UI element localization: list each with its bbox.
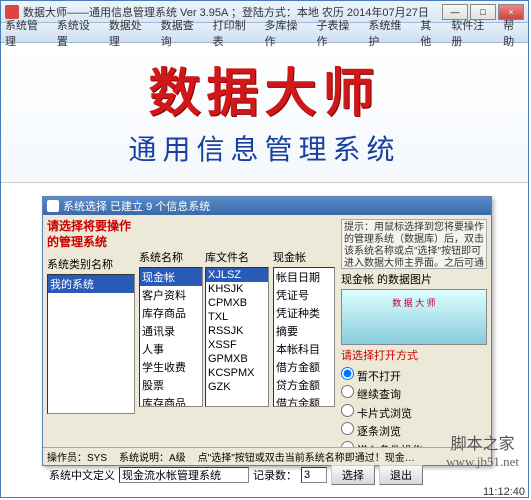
list-item[interactable]: 摘要 [274,322,334,340]
open-mode-label: 请选择打开方式 [341,347,487,363]
list-item[interactable]: 股票 [140,376,202,394]
watermark-url: www.jb51.net [446,454,519,470]
list-item[interactable]: GZK [206,380,268,394]
list-item[interactable]: XSSF [206,338,268,352]
footer-time: 11:12:40 [483,486,525,498]
list-item[interactable]: XJLSZ [206,268,268,282]
list-item[interactable]: 库存商品 [140,304,202,322]
open-radio[interactable]: 暂不打开 [341,367,487,385]
list-item[interactable]: 现金帐 [140,268,202,286]
dialog-titlebar[interactable]: 系统选择 已建立 9 个信息系统 [43,197,491,215]
menu-item[interactable]: 帮助 [503,17,524,49]
watermark: 脚本之家 www.jb51.net [446,430,519,470]
col3-label: 库文件名 [205,249,269,265]
main-window: 数据大师——通用信息管理系统 Ver 3.95A ；登陆方式：本地 农历 201… [0,0,529,498]
menu-item[interactable]: 多库操作 [265,17,307,49]
menu-item[interactable]: 系统维护 [368,17,410,49]
count-label: 记录数： [253,467,297,483]
list-item[interactable]: 人事 [140,340,202,358]
menu-item[interactable]: 系统设置 [57,17,99,49]
menu-item[interactable]: 其他 [420,17,441,49]
list-item[interactable]: CPMXB [206,296,268,310]
menubar: 系统管理系统设置数据处理数据查询打印制表多库操作子表操作系统维护其他软件注册帮助 [1,23,528,43]
list-item[interactable]: TXL [206,310,268,324]
banner: 数据大师 通用信息管理系统 [1,43,528,183]
list-item[interactable]: 库存商品 [140,394,202,407]
list-item[interactable]: 帐目日期 [274,268,334,286]
list-item[interactable]: 凭证号 [274,286,334,304]
category-listbox[interactable]: 我的系统 [47,274,135,414]
exit-button[interactable]: 退出 [379,465,423,485]
menu-item[interactable]: 数据处理 [109,17,151,49]
list-item[interactable]: 我的系统 [48,275,134,293]
preview-image: 数 据 大 师 [341,289,487,345]
open-radio[interactable]: 继续查询 [341,385,487,403]
list-item[interactable]: RSSJK [206,324,268,338]
banner-title: 数据大师 [1,51,528,126]
col2-label: 系统名称 [139,249,203,265]
dialog-prompt: 请选择将要操作的管理系统 [47,219,135,250]
list-item[interactable]: 通讯录 [140,322,202,340]
dialog-title-text: 系统选择 已建立 9 个信息系统 [63,198,210,214]
file-listbox[interactable]: XJLSZKHSJKCPMXBTXLRSSJKXSSFGPMXBKCSPMXGZ… [205,267,269,407]
pic-label: 现金帐 的数据图片 [341,271,487,287]
list-item[interactable]: 借方金额 [274,358,334,376]
list-item[interactable]: 客户资料 [140,286,202,304]
list-item[interactable]: 学生收费 [140,358,202,376]
menu-item[interactable]: 打印制表 [213,17,255,49]
field-listbox[interactable]: 帐目日期凭证号凭证种类摘要本帐科目借方金额贷方金额借方余额期末余额 [273,267,335,407]
list-item[interactable]: GPMXB [206,352,268,366]
select-button[interactable]: 选择 [331,465,375,485]
list-item[interactable]: 借方余额 [274,394,334,407]
hint-text: 提示：用鼠标选择到您将要操作的管理系统（数据库）后，双击该系统名称或点"选择"按… [341,219,487,269]
xjz-label: 现金帐 [273,249,337,265]
col1-label: 系统类别名称 [47,256,135,272]
list-item[interactable]: 贷方金额 [274,376,334,394]
count-value [301,467,327,483]
menu-item[interactable]: 软件注册 [451,17,493,49]
dialog-statusbar: 操作员：SYS 系统说明：A级 点"选择"按钮或双击当前系统名称即通过！现金… [43,447,491,465]
status-operator: 操作员：SYS [47,449,107,464]
banner-subtitle: 通用信息管理系统 [1,128,528,168]
list-item[interactable]: 本帐科目 [274,340,334,358]
status-hint: 点"选择"按钮或双击当前系统名称即通过！现金… [198,449,415,464]
definition-input[interactable] [119,467,249,483]
open-radio[interactable]: 卡片式浏览 [341,404,487,422]
dialog-icon [47,200,59,212]
watermark-name: 脚本之家 [446,430,519,454]
system-listbox[interactable]: 现金帐客户资料库存商品通讯录人事学生收费股票库存商品工资 [139,267,203,407]
menu-item[interactable]: 子表操作 [316,17,358,49]
row2-label: 系统中文定义 [49,467,115,483]
list-item[interactable]: KCSPMX [206,366,268,380]
list-item[interactable]: 凭证种类 [274,304,334,322]
list-item[interactable]: KHSJK [206,282,268,296]
menu-item[interactable]: 系统管理 [5,17,47,49]
status-desc: 系统说明：A级 [119,449,186,464]
menu-item[interactable]: 数据查询 [161,17,203,49]
system-select-dialog: 系统选择 已建立 9 个信息系统 请选择将要操作的管理系统 系统类别名称 我的系… [42,196,492,466]
